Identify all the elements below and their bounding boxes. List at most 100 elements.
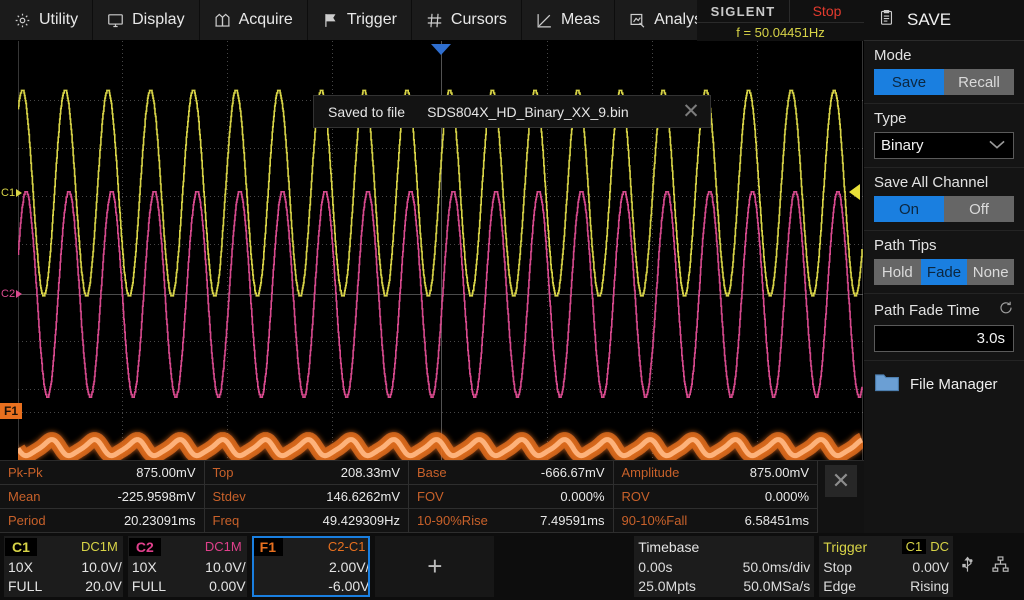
timebase-title: Timebase: [638, 537, 810, 557]
channel-coupling: DC1M: [81, 539, 122, 554]
menu-item-utility[interactable]: Utility: [0, 0, 93, 40]
save-all-channel-segmented-control[interactable]: On Off: [874, 196, 1014, 222]
run-status[interactable]: Stop: [790, 0, 864, 22]
measurement-value: 6.58451ms: [745, 513, 809, 528]
measurement-label: Mean: [8, 489, 41, 504]
channel-offset: 20.0V: [85, 578, 122, 594]
save-panel-sidebar: SAVE Mode Save Recall Type Binary Save A…: [864, 0, 1024, 533]
mode-section: Mode Save Recall: [864, 41, 1024, 104]
toast-filename: SDS804X_HD_Binary_XX_9.bin: [427, 104, 656, 120]
channel-voltsdiv: 10.0V/: [81, 559, 121, 575]
measurement-value: 20.23091ms: [124, 513, 196, 528]
measurement-value: 0.000%: [560, 489, 604, 504]
measurement-label: FOV: [417, 489, 444, 504]
save-all-option-off[interactable]: Off: [944, 196, 1014, 222]
mode-segmented-control[interactable]: Save Recall: [874, 69, 1014, 95]
save-all-channel-label: Save All Channel: [874, 174, 1014, 191]
trigger-coupling: DC: [930, 539, 949, 554]
measurement-label: ROV: [622, 489, 650, 504]
add-channel-button[interactable]: +: [375, 536, 494, 597]
measurement-value: 875.00mV: [750, 465, 809, 480]
measurement-value: 49.429309Hz: [323, 513, 400, 528]
measurement-cell[interactable]: Top208.33mV: [205, 461, 410, 485]
bottom-status-bar: C1 DC1M 10X 10.0V/ FULL 20.0V C2 DC1M 10…: [0, 533, 1024, 600]
measurement-label: Pk-Pk: [8, 465, 43, 480]
clipboard-icon: [878, 8, 895, 32]
measurement-cell[interactable]: Base-666.67mV: [409, 461, 614, 485]
menu-item-acquire[interactable]: Acquire: [200, 0, 308, 40]
path-tips-section: Path Tips Hold Fade None: [864, 231, 1024, 294]
lan-icon[interactable]: [991, 555, 1010, 579]
refresh-icon[interactable]: [998, 300, 1014, 320]
type-dropdown[interactable]: Binary: [874, 132, 1014, 159]
oscilloscope-screen: Utility Display Acquire Trigger Cursors …: [0, 0, 1024, 600]
channel-card-c2[interactable]: C2 DC1M 10X 10.0V/ FULL 0.00V: [128, 536, 247, 597]
analysis-icon: [629, 12, 646, 29]
trigger-level-arrow-icon[interactable]: [849, 184, 860, 200]
channel-card-c1[interactable]: C1 DC1M 10X 10.0V/ FULL 20.0V: [4, 536, 123, 597]
trigger-card[interactable]: Trigger C1 DC Stop 0.00V Edge Rising: [819, 536, 953, 597]
channel-card-f1[interactable]: F1 C2-C1 2.00V/ -6.00V: [252, 536, 371, 597]
trigger-type: Edge: [823, 578, 856, 594]
measurement-label: Stdev: [213, 489, 246, 504]
path-tips-option-hold[interactable]: Hold: [874, 259, 921, 285]
measurement-cell[interactable]: ROV 0.000%: [614, 485, 819, 509]
menu-item-cursors[interactable]: Cursors: [412, 0, 522, 40]
path-fade-time-label: Path Fade Time: [874, 300, 1014, 320]
type-label: Type: [874, 110, 1014, 127]
measurement-cell[interactable]: Pk-Pk875.00mV: [0, 461, 205, 485]
measurement-cell[interactable]: Amplitude875.00mV: [614, 461, 819, 485]
menu-item-trigger[interactable]: Trigger: [308, 0, 412, 40]
measurement-close-button[interactable]: ✕: [818, 461, 864, 533]
measurement-value: 0.000%: [765, 489, 809, 504]
channel-offset: 0.00V: [209, 578, 246, 594]
function-marker-f1[interactable]: F1: [0, 403, 22, 419]
frequency-readout: f = 50.04451Hz: [697, 22, 864, 41]
trigger-position-marker-icon[interactable]: [431, 44, 451, 55]
measurement-cell[interactable]: Freq49.429309Hz: [205, 509, 410, 533]
measurement-cell[interactable]: 10-90%Rise 7.49591ms: [409, 509, 614, 533]
path-fade-time-input[interactable]: 3.0s: [874, 325, 1014, 352]
channel-tag: F1: [253, 538, 283, 556]
save-all-channel-section: Save All Channel On Off: [864, 168, 1024, 231]
siglent-logo: SIGLENT: [697, 0, 790, 22]
timebase-scale: 50.0ms/div: [718, 559, 811, 575]
channel-marker-label: C2: [1, 288, 15, 300]
channel-marker-c1[interactable]: C1: [1, 187, 22, 199]
timebase-samplerate: 50.0MSa/s: [718, 578, 811, 594]
mode-option-save[interactable]: Save: [874, 69, 944, 95]
channel-marker-c2[interactable]: C2: [1, 288, 22, 300]
measurement-cell[interactable]: Mean-225.9598mV: [0, 485, 205, 509]
menu-label: Meas: [561, 11, 600, 29]
measurement-table: Pk-Pk875.00mVTop208.33mVBase-666.67mVAmp…: [0, 460, 864, 533]
channel-marker-label: C1: [1, 187, 15, 199]
path-tips-option-fade[interactable]: Fade: [921, 259, 968, 285]
close-icon[interactable]: ✕: [825, 465, 857, 497]
marker-arrow-icon: [16, 189, 22, 197]
file-manager-button[interactable]: File Manager: [864, 361, 1024, 408]
path-fade-time-text: Path Fade Time: [874, 302, 980, 319]
close-icon[interactable]: ✕: [678, 99, 704, 125]
timebase-card[interactable]: Timebase 0.00s 50.0ms/div 25.0Mpts 50.0M…: [634, 536, 814, 597]
mode-option-recall[interactable]: Recall: [944, 69, 1014, 95]
waveform-graph-area[interactable]: C1 C2 F1 Saved to file SDS804X_HD_Binary…: [0, 41, 864, 460]
path-tips-label: Path Tips: [874, 237, 1014, 254]
measurement-cell[interactable]: Period20.23091ms: [0, 509, 205, 533]
measurement-value: 7.49591ms: [540, 513, 604, 528]
measurement-cell[interactable]: 90-10%Fall6.58451ms: [614, 509, 819, 533]
toast-message: Saved to file: [328, 104, 405, 120]
channel-bandwidth: FULL: [129, 578, 166, 594]
path-tips-option-none[interactable]: None: [967, 259, 1014, 285]
usb-icon[interactable]: [958, 555, 977, 579]
file-manager-label: File Manager: [910, 376, 998, 393]
measurement-cell[interactable]: FOV 0.000%: [409, 485, 614, 509]
channel-source: C2-C1: [328, 539, 370, 554]
measurement-label: 10-90%Rise: [417, 513, 488, 528]
save-all-option-on[interactable]: On: [874, 196, 944, 222]
menu-item-display[interactable]: Display: [93, 0, 199, 40]
menu-item-meas[interactable]: Meas: [522, 0, 615, 40]
monitor-icon: [107, 12, 124, 29]
measurement-cell[interactable]: Stdev146.6262mV: [205, 485, 410, 509]
path-tips-segmented-control[interactable]: Hold Fade None: [874, 259, 1014, 285]
marker-arrow-icon: [16, 290, 22, 298]
